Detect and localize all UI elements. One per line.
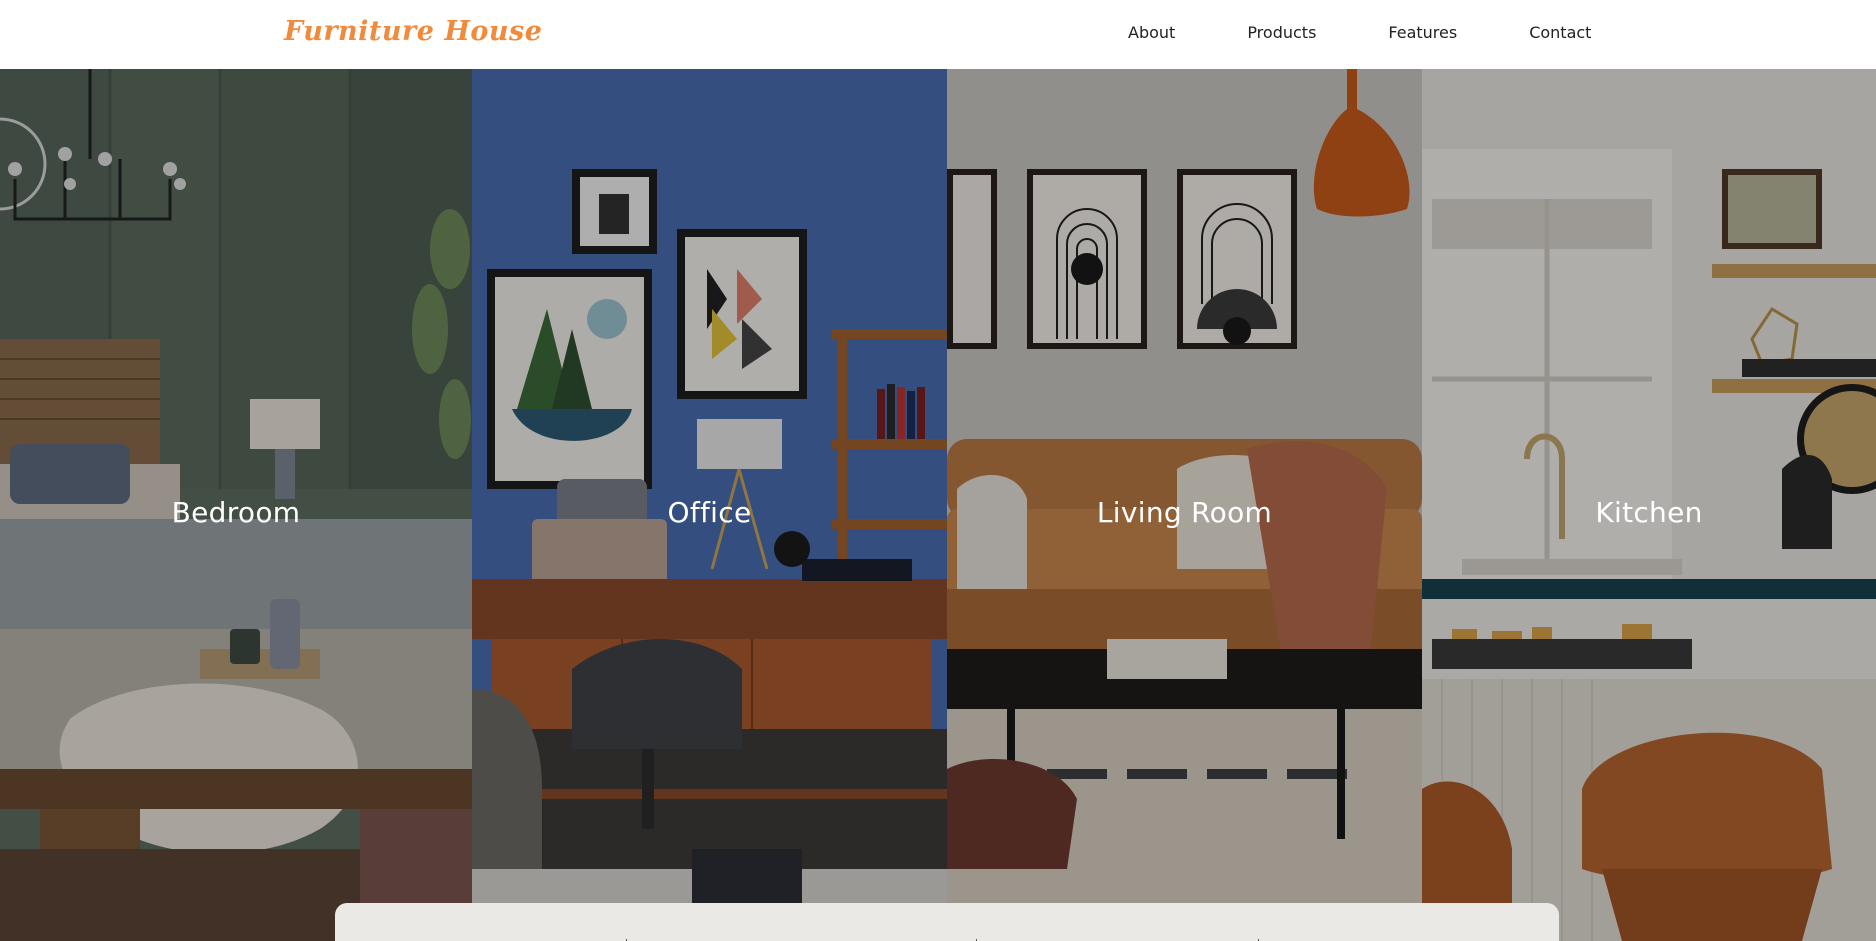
panel-label-office: Office <box>667 496 752 529</box>
panel-kitchen[interactable]: Kitchen <box>1422 69 1876 941</box>
nav-link-products[interactable]: Products <box>1247 22 1316 44</box>
panel-bedroom[interactable]: Bedroom <box>0 69 472 941</box>
main-nav: About Products Features Contact <box>1128 22 1591 44</box>
site-header: Furniture House About Products Features … <box>0 0 1876 69</box>
nav-link-features[interactable]: Features <box>1388 22 1457 44</box>
room-category-panels: Bedroom Office Living Room Kitchen <box>0 69 1876 941</box>
page: Furniture House About Products Features … <box>0 0 1876 941</box>
info-card <box>335 903 1559 941</box>
panel-office[interactable]: Office <box>472 69 947 941</box>
nav-link-contact[interactable]: Contact <box>1529 22 1591 44</box>
panel-living-room[interactable]: Living Room <box>947 69 1422 941</box>
panel-label-living-room: Living Room <box>1096 496 1273 529</box>
panel-label-kitchen: Kitchen <box>1595 496 1703 529</box>
nav-link-about[interactable]: About <box>1128 22 1175 44</box>
panel-label-bedroom: Bedroom <box>171 496 301 529</box>
site-logo[interactable]: Furniture House <box>284 14 542 50</box>
